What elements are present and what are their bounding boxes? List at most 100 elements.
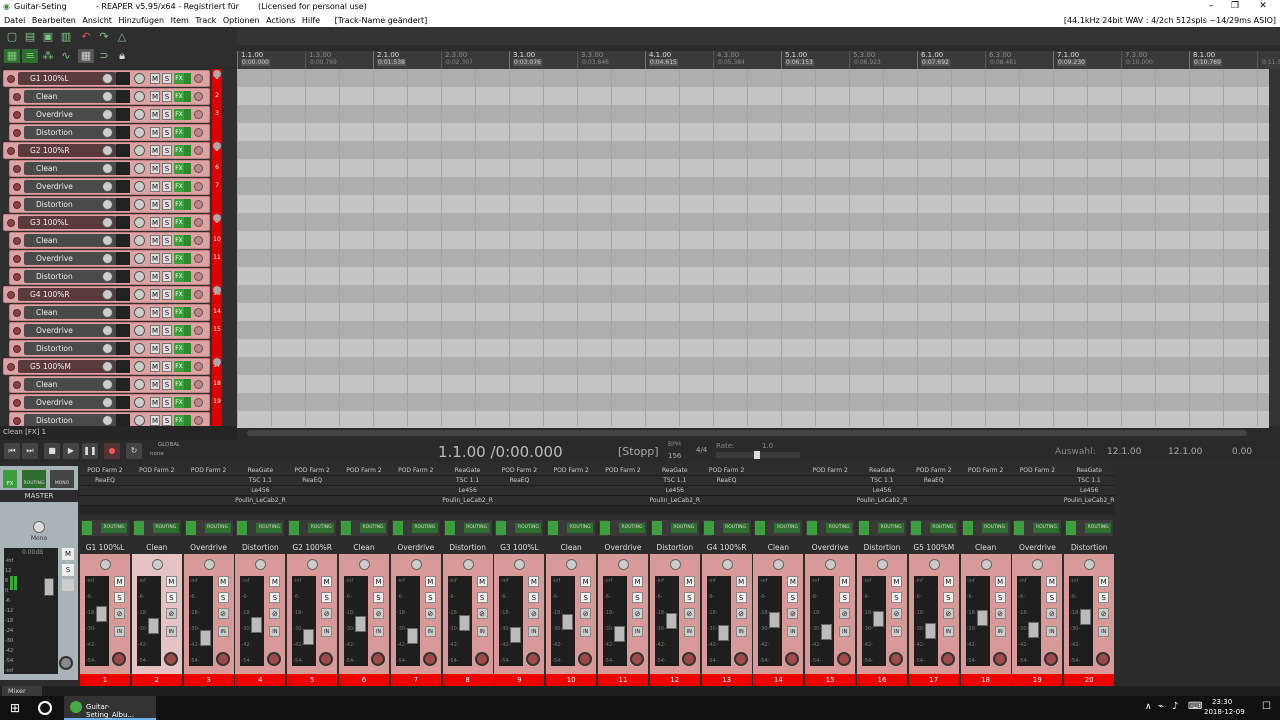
strip-input-icon[interactable]: IN (269, 626, 281, 637)
strip-phase-icon[interactable]: ⊘ (632, 608, 643, 619)
pause-icon[interactable]: ❚❚ (82, 443, 98, 459)
volume-knob[interactable] (102, 181, 113, 192)
solo-button[interactable]: S (162, 163, 172, 174)
pan-knob[interactable] (134, 253, 145, 264)
fx-bypass-button[interactable] (184, 253, 191, 264)
strip-input-icon[interactable]: IN (891, 626, 902, 637)
strip-input-icon[interactable]: IN (1046, 626, 1058, 637)
strip-name[interactable]: G2 100%R (286, 542, 338, 554)
strip-solo-button[interactable]: S (114, 592, 125, 603)
track-lane[interactable] (237, 393, 1269, 411)
fx-bypass-button[interactable] (184, 289, 191, 300)
fx-slot[interactable]: Poulin_LeCab2_R (856, 496, 908, 506)
strip-fx-button[interactable] (289, 521, 300, 535)
fx-slot-empty[interactable] (959, 496, 1012, 506)
maximize-icon[interactable]: ❐ (1228, 1, 1242, 11)
pan-knob[interactable] (134, 73, 145, 84)
fx-slot-empty[interactable] (79, 486, 131, 496)
track-number[interactable] (212, 267, 222, 285)
volume-knob[interactable] (102, 289, 113, 300)
strip-phase-icon[interactable]: ⊘ (891, 608, 902, 619)
strip-solo-button[interactable]: S (891, 592, 902, 603)
strip-mute-button[interactable]: M (1046, 576, 1058, 587)
strip-phase-icon[interactable]: ⊘ (787, 608, 799, 619)
channel-number[interactable]: 3 (183, 674, 234, 686)
mute-button[interactable]: M (150, 235, 160, 246)
envelope-icon[interactable] (194, 182, 203, 191)
fx-slot[interactable]: POD Farm 2 (959, 466, 1012, 476)
go-to-start-icon[interactable]: ⏮ (4, 443, 20, 459)
strip-pan-knob[interactable] (359, 559, 370, 570)
strip-fx-button[interactable] (548, 521, 559, 535)
strip-fx-button[interactable] (1014, 521, 1025, 535)
mute-button[interactable]: M (150, 379, 160, 390)
strip-name[interactable]: Clean (131, 542, 183, 554)
strip-input-icon[interactable]: IN (373, 626, 384, 637)
mixer-strip[interactable]: ReaGate TSC 1.1 Le456 Poulin_LeCab2_R ROUTIN… (1063, 466, 1116, 678)
strip-name[interactable]: Overdrive (597, 542, 649, 554)
strip-phase-icon[interactable]: ⊘ (269, 608, 281, 619)
ruler-region-lane[interactable] (237, 27, 1280, 45)
fx-slot-empty[interactable] (959, 486, 1012, 496)
track-lane[interactable] (237, 285, 1269, 303)
volume-knob[interactable] (102, 235, 113, 246)
track-header[interactable]: Distortion M S FX (9, 340, 210, 357)
fx-slot[interactable]: POD Farm 2 (907, 466, 960, 476)
strip-pan-knob[interactable] (410, 559, 422, 570)
volume-fader[interactable] (458, 615, 470, 631)
strip-record-arm-icon[interactable] (785, 652, 800, 666)
channel-number[interactable]: 8 (442, 674, 493, 686)
strip-fx-button[interactable] (703, 521, 714, 535)
solo-button[interactable]: S (162, 289, 172, 300)
track-header[interactable]: Clean M S FX (9, 160, 210, 177)
fx-slot-empty[interactable] (700, 486, 753, 496)
strip-name[interactable]: Overdrive (804, 542, 856, 554)
volume-fader[interactable] (717, 625, 729, 641)
fx-chain[interactable]: POD Farm 2 (338, 466, 390, 514)
stop-icon[interactable]: ■ (44, 443, 60, 459)
channel-number[interactable]: 9 (494, 674, 545, 686)
channel-number[interactable]: 12 (649, 674, 700, 686)
pan-knob[interactable] (134, 217, 145, 228)
fx-bypass-button[interactable] (184, 415, 191, 426)
solo-button[interactable]: S (162, 307, 172, 318)
strip-name[interactable]: G1 100%L (79, 542, 131, 554)
fx-slot[interactable]: Le456 (648, 486, 701, 496)
channel-number[interactable]: 10 (546, 674, 597, 686)
pan-knob[interactable] (134, 397, 145, 408)
undo-icon[interactable]: ↶ (78, 30, 94, 44)
envelope-icon[interactable] (194, 74, 203, 83)
strip-pan-knob[interactable] (100, 559, 111, 570)
strip-solo-button[interactable]: S (787, 592, 799, 603)
envelope-icon[interactable] (194, 92, 203, 101)
channel-number[interactable]: 15 (805, 674, 856, 686)
fx-slot[interactable]: Poulin_LeCab2_R (648, 496, 701, 506)
fx-slot[interactable]: TSC 1.1 (648, 476, 701, 486)
track-lane[interactable] (237, 231, 1269, 249)
track-header[interactable]: Clean M S FX (9, 88, 210, 105)
ripple-icon[interactable]: ≡ (22, 49, 38, 63)
fx-bypass-button[interactable] (184, 109, 191, 120)
play-icon[interactable]: ▶ (63, 443, 79, 459)
record-arm-icon[interactable] (13, 309, 21, 317)
strip-record-arm-icon[interactable] (681, 652, 696, 666)
record-arm-icon[interactable] (7, 219, 15, 227)
routing-button[interactable]: ROUTING (619, 523, 645, 533)
position-display[interactable]: 1.1.00 /0:00.000 (438, 443, 563, 461)
strip-pan-knob[interactable] (928, 559, 940, 570)
crossfade-icon[interactable]: ⊃ (96, 49, 112, 63)
strip-phase-icon[interactable]: ⊘ (424, 608, 436, 619)
fx-slot-empty[interactable] (545, 476, 598, 486)
pan-knob[interactable] (134, 109, 145, 120)
record-arm-icon[interactable] (7, 147, 15, 155)
fx-slot[interactable]: POD Farm 2 (389, 466, 442, 476)
channel-number[interactable]: 13 (701, 674, 752, 686)
fx-chain[interactable]: ReaGate TSC 1.1 Le456 Poulin_LeCab2_R (234, 466, 287, 514)
strip-fx-button[interactable] (133, 521, 144, 535)
routing-button[interactable]: ROUTING (774, 523, 801, 533)
strip-record-arm-icon[interactable] (1096, 652, 1111, 666)
envelope-icon[interactable]: ∿ (58, 49, 74, 63)
strip-solo-button[interactable]: S (1098, 592, 1110, 603)
save-project-icon[interactable]: ▣ (40, 30, 56, 44)
channel-number[interactable]: 18 (960, 674, 1011, 686)
